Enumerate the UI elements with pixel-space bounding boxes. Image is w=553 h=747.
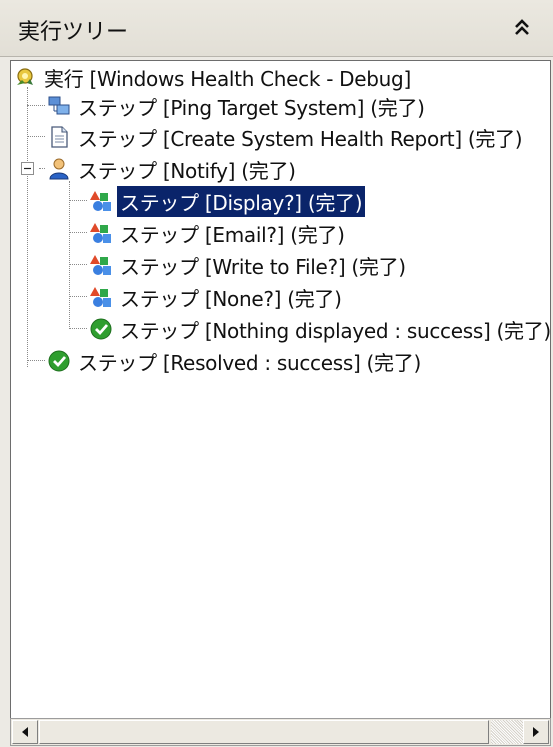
tree-node-none[interactable]: ステップ [None?] (完了) <box>89 283 345 311</box>
tree-node-email[interactable]: ステップ [Email?] (完了) <box>89 219 348 247</box>
tree-root-node[interactable]: 実行 [Windows Health Check - Debug] <box>13 63 414 91</box>
tree-node-notify[interactable]: ステップ [Notify] (完了) <box>47 155 299 183</box>
tree-connector <box>69 296 87 297</box>
tree-node-resolved[interactable]: ステップ [Resolved : success] (完了) <box>47 347 424 375</box>
tree-node-label: ステップ [Create System Health Report] (完了) <box>78 126 523 151</box>
tree-connector <box>69 264 87 265</box>
gear-run-icon <box>17 68 33 85</box>
arrow-left-icon <box>22 727 28 737</box>
tree-connector <box>39 168 45 169</box>
document-icon <box>51 126 68 148</box>
arrow-right-icon <box>533 727 539 737</box>
tree-connector <box>69 328 87 329</box>
scroll-left-button[interactable] <box>12 720 38 744</box>
tree-node-label: ステップ [Notify] (完了) <box>78 158 296 183</box>
decision-shapes-icon <box>90 223 111 243</box>
tree-connector <box>27 87 28 367</box>
check-success-icon <box>48 350 70 372</box>
tree-connector <box>69 200 87 201</box>
tree-node-label: ステップ [None?] (完了) <box>120 286 342 311</box>
tree-connector <box>27 360 45 361</box>
tree-connector <box>27 105 45 106</box>
collapse-panel-button[interactable] <box>509 15 535 41</box>
scroll-right-button[interactable] <box>523 720 549 744</box>
tree-node-label: ステップ [Resolved : success] (完了) <box>78 350 421 375</box>
network-computer-icon <box>48 96 70 115</box>
tree-connector <box>69 232 87 233</box>
tree-node-create-report[interactable]: ステップ [Create System Health Report] (完了) <box>47 123 525 151</box>
scrollbar-thumb[interactable] <box>39 720 489 744</box>
decision-shapes-icon <box>90 287 111 307</box>
tree-node-nothing-displayed[interactable]: ステップ [Nothing displayed : success] (完了) <box>89 315 551 343</box>
decision-shapes-icon <box>90 191 111 211</box>
check-success-icon <box>90 318 112 340</box>
decision-shapes-icon <box>90 255 111 275</box>
scrollbar-track[interactable] <box>491 720 523 744</box>
panel-header: 実行ツリー <box>0 0 553 57</box>
execution-tree[interactable]: 実行 [Windows Health Check - Debug] ステップ [… <box>10 60 551 720</box>
panel-title: 実行ツリー <box>18 20 129 45</box>
user-icon <box>49 158 69 180</box>
execution-tree-panel: 実行ツリー 実行 [Windows Health Check - Debug] … <box>0 0 553 747</box>
horizontal-scrollbar[interactable] <box>10 718 551 746</box>
tree-node-label: ステップ [Write to File?] (完了) <box>120 254 406 279</box>
collapse-node-toggle[interactable] <box>21 162 34 175</box>
tree-node-display[interactable]: ステップ [Display?] (完了) <box>89 185 366 217</box>
tree-node-label: ステップ [Ping Target System] (完了) <box>78 95 425 120</box>
tree-node-label: 実行 [Windows Health Check - Debug] <box>44 66 411 91</box>
tree-connector <box>69 181 70 329</box>
tree-node-label: ステップ [Email?] (完了) <box>120 222 345 247</box>
tree-node-label: ステップ [Nothing displayed : success] (完了) <box>120 318 551 343</box>
minus-icon <box>24 167 31 170</box>
tree-node-write-to-file[interactable]: ステップ [Write to File?] (完了) <box>89 251 409 279</box>
double-chevron-up-icon <box>515 19 529 35</box>
tree-connector <box>27 136 45 137</box>
tree-node-ping-target[interactable]: ステップ [Ping Target System] (完了) <box>47 92 428 120</box>
tree-node-label: ステップ [Display?] (完了) <box>117 185 366 217</box>
